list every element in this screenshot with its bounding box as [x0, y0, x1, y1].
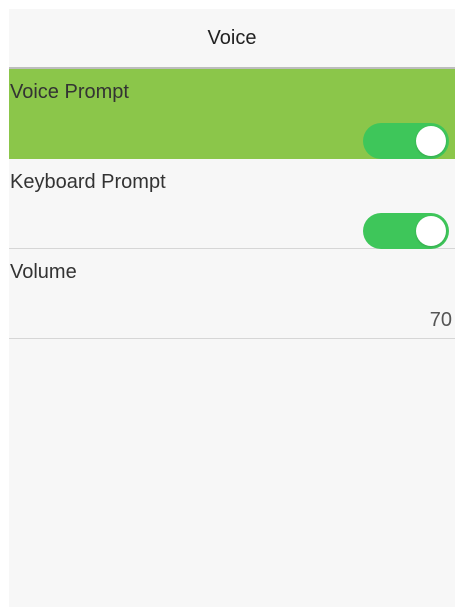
volume-value: 70	[429, 309, 452, 331]
toggle-knob	[416, 216, 446, 246]
volume-label: Volume	[10, 261, 77, 283]
toggle-knob	[416, 126, 446, 156]
keyboard-prompt-label: Keyboard Prompt	[10, 171, 166, 193]
keyboard-prompt-toggle[interactable]	[363, 213, 449, 249]
list-item-volume[interactable]: Volume 70	[9, 249, 455, 339]
voice-settings-screen: Voice Voice Prompt Keyboard Prompt Volum…	[9, 9, 455, 607]
list-item-keyboard-prompt[interactable]: Keyboard Prompt	[9, 159, 455, 249]
voice-prompt-label: Voice Prompt	[10, 81, 129, 103]
list-item-voice-prompt[interactable]: Voice Prompt	[9, 69, 455, 159]
page-title: Voice	[207, 26, 257, 49]
voice-prompt-toggle[interactable]	[363, 123, 449, 159]
